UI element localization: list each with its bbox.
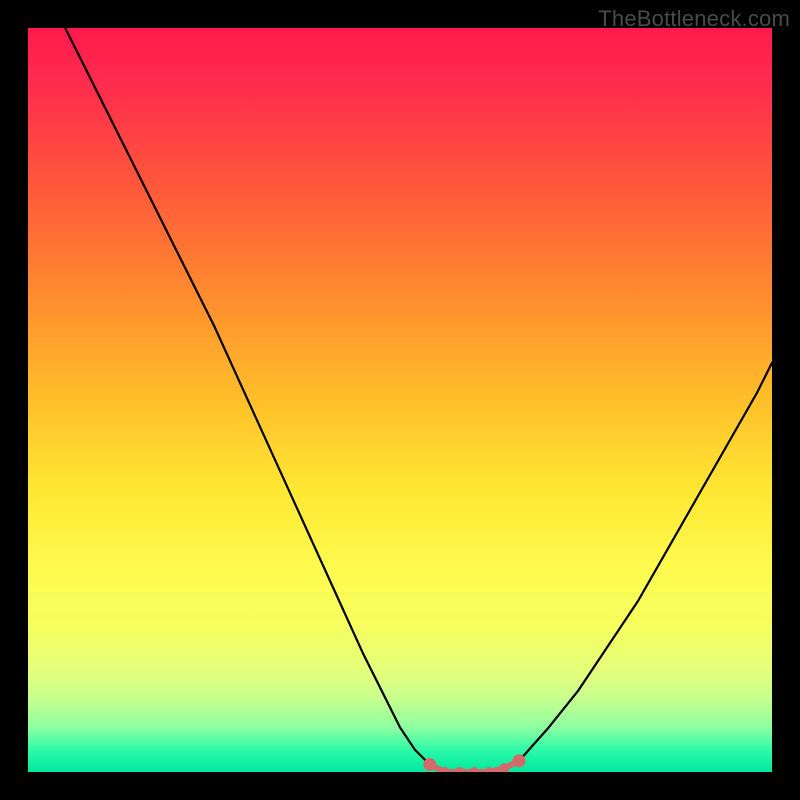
plot-area bbox=[28, 28, 772, 772]
watermark-text: TheBottleneck.com bbox=[598, 6, 790, 32]
marker-dot bbox=[484, 767, 494, 772]
marker-end bbox=[513, 754, 526, 767]
marker-end bbox=[423, 758, 436, 771]
chart-frame: TheBottleneck.com bbox=[0, 0, 800, 800]
series-left-curve bbox=[65, 28, 444, 772]
marker-dot bbox=[455, 767, 465, 772]
series-right-curve bbox=[519, 363, 772, 761]
curve-layer bbox=[28, 28, 772, 772]
marker-dot bbox=[469, 767, 479, 772]
